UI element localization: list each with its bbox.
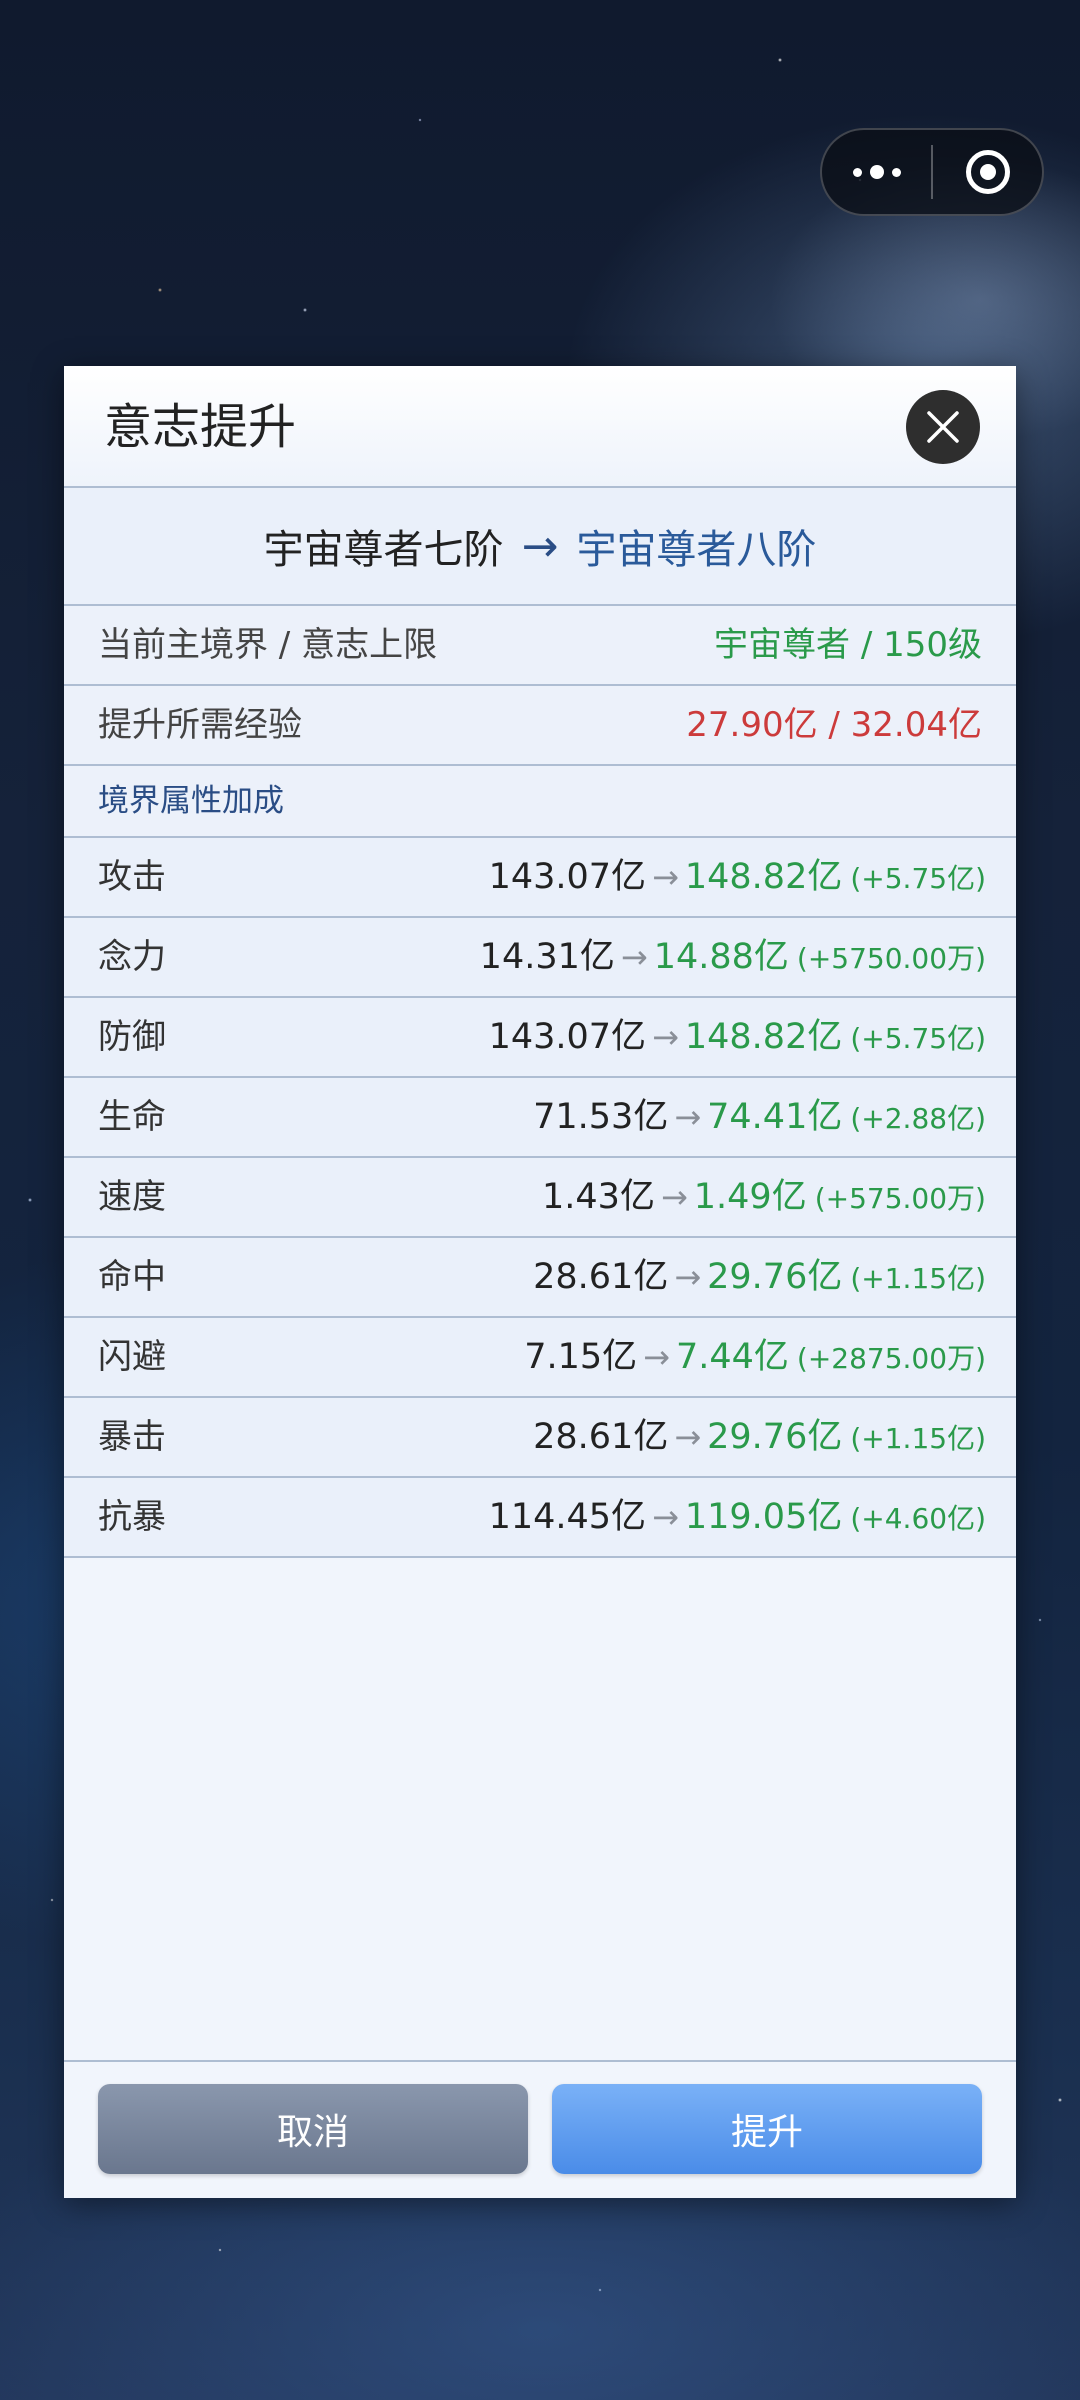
- info-value: 27.90亿 / 32.04亿: [686, 705, 982, 745]
- stat-current-value: 143.07亿: [488, 1017, 647, 1057]
- dialog-title: 意志提升: [104, 399, 297, 455]
- stat-delta: (+5.75亿): [850, 862, 986, 895]
- stat-name: 抗暴: [98, 1497, 166, 1537]
- info-label: 提升所需经验: [98, 705, 302, 745]
- info-label: 当前主境界 / 意志上限: [98, 625, 438, 665]
- stat-new-value: 148.82亿: [684, 857, 843, 897]
- stat-row-attack: 攻击 143.07亿 → 148.82亿 (+5.75亿): [64, 838, 1016, 918]
- stat-name: 攻击: [98, 857, 166, 897]
- stat-new-value: 29.76亿: [707, 1417, 843, 1457]
- realm-transition: 宇宙尊者七阶 → 宇宙尊者八阶: [64, 488, 1016, 606]
- stat-delta: (+2875.00万): [796, 1342, 986, 1375]
- stat-new-value: 7.44亿: [675, 1337, 789, 1377]
- stat-name: 闪避: [98, 1337, 166, 1377]
- miniprogram-capsule: [820, 128, 1044, 216]
- stat-row-speed: 速度 1.43亿 → 1.49亿 (+575.00万): [64, 1158, 1016, 1238]
- stat-name: 暴击: [98, 1417, 166, 1457]
- dialog-footer: 取消 提升: [64, 2060, 1016, 2198]
- stat-delta: (+1.15亿): [850, 1262, 986, 1295]
- upgrade-dialog: 意志提升 宇宙尊者七阶 → 宇宙尊者八阶 当前主境界 / 意志上限 宇宙尊者 /…: [64, 366, 1016, 2198]
- stat-delta: (+5.75亿): [850, 1022, 986, 1055]
- cancel-button[interactable]: 取消: [98, 2084, 528, 2174]
- stat-row-hp: 生命 71.53亿 → 74.41亿 (+2.88亿): [64, 1078, 1016, 1158]
- stat-name: 速度: [98, 1177, 166, 1217]
- close-button[interactable]: [906, 390, 980, 464]
- arrow-right-icon: →: [643, 1338, 670, 1376]
- stat-delta: (+4.60亿): [850, 1502, 986, 1535]
- transition-arrow-icon: →: [521, 520, 559, 572]
- arrow-right-icon: →: [620, 938, 648, 976]
- stat-current-value: 143.07亿: [488, 857, 647, 897]
- stat-new-value: 29.76亿: [707, 1257, 843, 1297]
- stat-current-value: 1.43亿: [542, 1177, 655, 1217]
- stat-row-crit-resist: 抗暴 114.45亿 → 119.05亿 (+4.60亿): [64, 1478, 1016, 1558]
- stat-row-willpower: 念力 14.31亿 → 14.88亿 (+5750.00万): [64, 918, 1016, 998]
- arrow-right-icon: →: [674, 1258, 702, 1296]
- stat-delta: (+575.00万): [814, 1182, 986, 1215]
- stat-row-accuracy: 命中 28.61亿 → 29.76亿 (+1.15亿): [64, 1238, 1016, 1318]
- current-realm: 宇宙尊者七阶: [263, 527, 504, 573]
- info-value: 宇宙尊者 / 150级: [714, 625, 982, 665]
- arrow-right-icon: →: [652, 858, 679, 896]
- arrow-right-icon: →: [652, 1498, 679, 1536]
- section-title: 境界属性加成: [98, 783, 284, 819]
- stat-current-value: 28.61亿: [533, 1257, 669, 1297]
- arrow-right-icon: →: [652, 1018, 679, 1056]
- stat-row-evasion: 闪避 7.15亿 → 7.44亿 (+2875.00万): [64, 1318, 1016, 1398]
- stat-name: 念力: [98, 937, 166, 977]
- target-circle-icon: [965, 150, 1010, 194]
- section-header: 境界属性加成: [64, 766, 1016, 838]
- more-menu-button[interactable]: [822, 130, 931, 214]
- arrow-right-icon: →: [674, 1418, 702, 1456]
- stat-name: 防御: [98, 1017, 166, 1057]
- stat-row-critical: 暴击 28.61亿 → 29.76亿 (+1.15亿): [64, 1398, 1016, 1478]
- stat-new-value: 119.05亿: [684, 1497, 843, 1537]
- stat-delta: (+1.15亿): [850, 1422, 986, 1455]
- stat-current-value: 28.61亿: [533, 1417, 669, 1457]
- arrow-right-icon: →: [674, 1098, 702, 1136]
- arrow-right-icon: →: [660, 1178, 688, 1216]
- stat-current-value: 14.31亿: [479, 937, 615, 977]
- stat-new-value: 74.41亿: [707, 1097, 843, 1137]
- more-dots-icon: [852, 165, 901, 179]
- stat-new-value: 14.88亿: [653, 937, 789, 977]
- info-row-realm-cap: 当前主境界 / 意志上限 宇宙尊者 / 150级: [64, 606, 1016, 686]
- stat-current-value: 114.45亿: [488, 1497, 647, 1537]
- stat-row-defense: 防御 143.07亿 → 148.82亿 (+5.75亿): [64, 998, 1016, 1078]
- dialog-header: 意志提升: [64, 366, 1016, 488]
- stat-delta: (+2.88亿): [850, 1102, 986, 1135]
- stat-delta: (+5750.00万): [796, 942, 986, 975]
- stat-new-value: 148.82亿: [684, 1017, 843, 1057]
- stat-current-value: 7.15亿: [524, 1337, 638, 1377]
- stat-current-value: 71.53亿: [533, 1097, 669, 1137]
- stat-name: 生命: [98, 1097, 166, 1137]
- exit-miniprogram-button[interactable]: [933, 130, 1042, 214]
- stat-name: 命中: [98, 1257, 166, 1297]
- close-icon: [927, 411, 959, 443]
- info-row-required-exp: 提升所需经验 27.90亿 / 32.04亿: [64, 686, 1016, 766]
- upgrade-button[interactable]: 提升: [552, 2084, 982, 2174]
- stat-new-value: 1.49亿: [693, 1177, 807, 1217]
- next-realm: 宇宙尊者八阶: [576, 527, 817, 573]
